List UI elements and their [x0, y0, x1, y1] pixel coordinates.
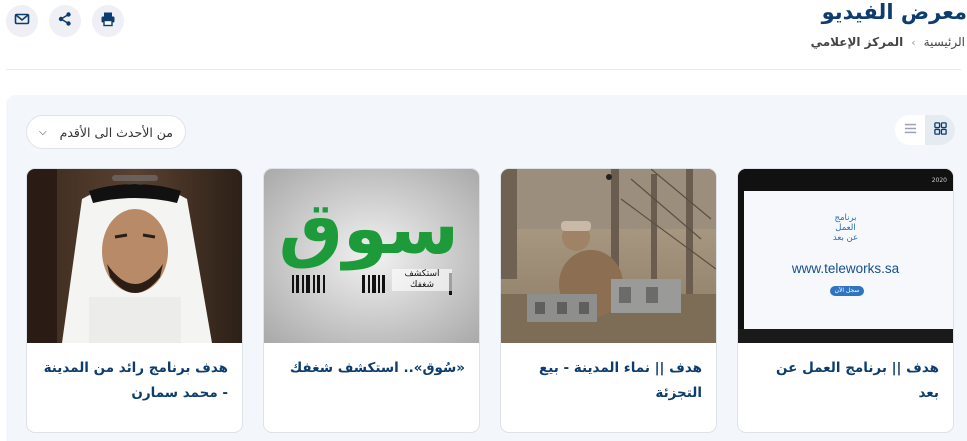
breadcrumb-home[interactable]: الرئيسية: [924, 35, 965, 49]
video-title[interactable]: هدف برنامج رائد من المدينة - محمد سمارن: [41, 356, 228, 406]
page-title: معرض الفيديو: [821, 0, 967, 24]
breadcrumb-media-center[interactable]: المركز الإعلامي: [811, 35, 904, 49]
thumb-url-text: www.teleworks.sa: [791, 261, 900, 276]
top-actions: [6, 5, 124, 37]
video-title[interactable]: هدف || نماء المدينة - بيع التجزئة: [515, 356, 702, 406]
sort-value: من الأحدث الى الأقدم: [59, 124, 173, 140]
video-card[interactable]: هدف || نماء المدينة - بيع التجزئة: [500, 168, 717, 433]
view-toggle: [895, 115, 955, 145]
grid-icon: [933, 121, 948, 140]
video-thumbnail[interactable]: [27, 169, 242, 343]
mail-button[interactable]: [6, 5, 38, 37]
thumb-program-text: برنامج العمل عن بعد: [832, 213, 859, 243]
mail-icon: [14, 11, 30, 31]
print-button[interactable]: [92, 5, 124, 37]
thumb-year-text: 2020: [931, 177, 947, 184]
share-icon: [57, 11, 73, 31]
video-title[interactable]: هدف || برنامج العمل عن بعد: [752, 356, 939, 406]
print-icon: [100, 11, 116, 31]
video-card[interactable]: 2020 برنامج العمل عن بعد www.teleworks.s…: [737, 168, 954, 433]
video-thumbnail[interactable]: سوق استكشف شغفك: [264, 169, 479, 343]
list-icon: [903, 121, 918, 140]
video-thumbnail[interactable]: [501, 169, 716, 343]
sort-dropdown[interactable]: من الأحدث الى الأقدم ⌵: [26, 115, 186, 149]
video-card[interactable]: سوق استكشف شغفك «سُوق».. استكشف شغفك: [263, 168, 480, 433]
thumb-tagline: استكشف شغفك: [392, 269, 452, 291]
share-button[interactable]: [49, 5, 81, 37]
grid-view-button[interactable]: [925, 115, 955, 145]
breadcrumb: الرئيسية › المركز الإعلامي: [811, 35, 965, 49]
header-divider: [6, 69, 961, 70]
chevron-down-icon: ⌵: [39, 126, 47, 138]
video-title[interactable]: «سُوق».. استكشف شغفك: [278, 356, 465, 381]
thumb-cta-text: سجل الآن: [830, 286, 864, 296]
list-view-button[interactable]: [895, 115, 925, 145]
video-card[interactable]: هدف برنامج رائد من المدينة - محمد سمارن: [26, 168, 243, 433]
breadcrumb-separator: ›: [911, 35, 916, 49]
video-thumbnail[interactable]: 2020 برنامج العمل عن بعد www.teleworks.s…: [738, 169, 953, 343]
thumb-logo-text: سوق: [278, 186, 459, 270]
